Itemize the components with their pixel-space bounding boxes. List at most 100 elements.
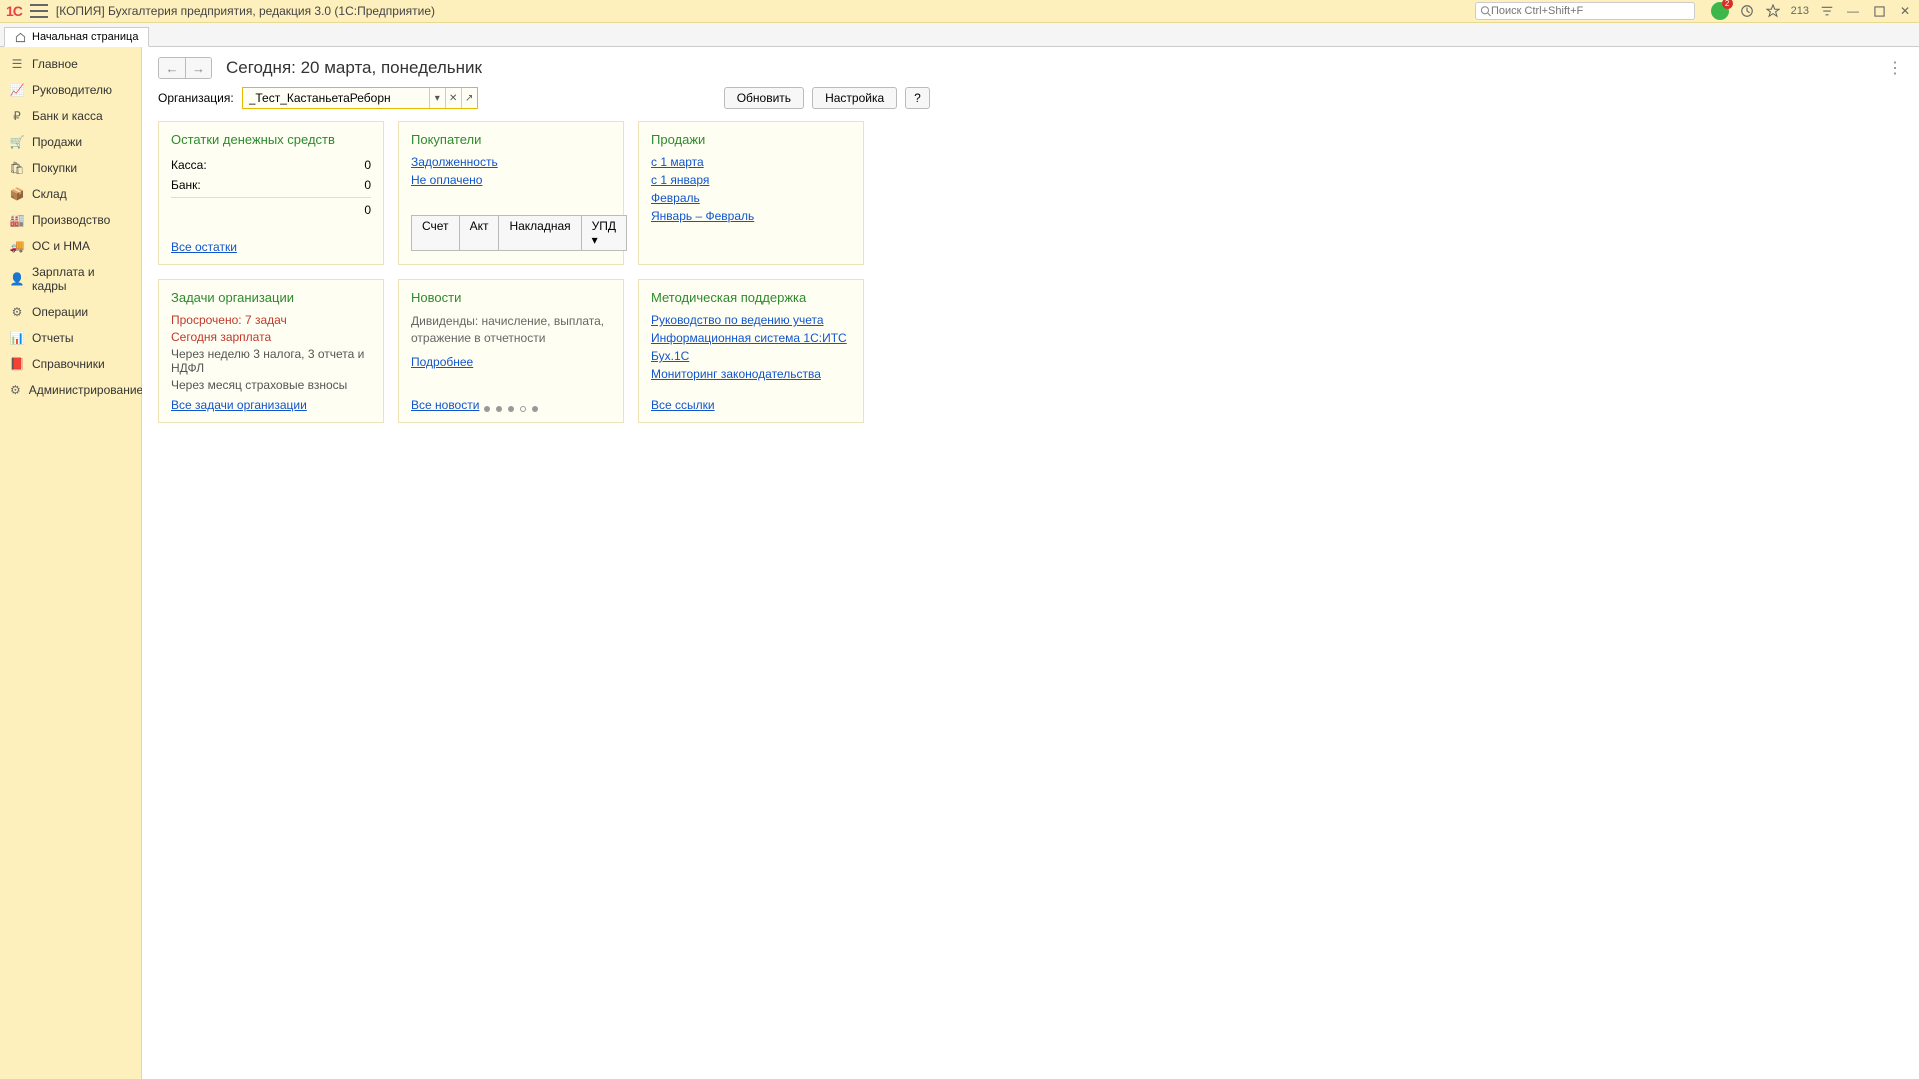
total-value: 0 bbox=[364, 203, 371, 217]
overdue-text: Просрочено: 7 задач bbox=[171, 313, 371, 327]
all-news-link[interactable]: Все новости bbox=[411, 398, 479, 412]
org-select[interactable]: ▾ ✕ ↗ bbox=[242, 87, 478, 109]
ops-icon: ⚙ bbox=[10, 305, 24, 319]
counter: 213 bbox=[1791, 5, 1809, 17]
nav-arrows: ← → bbox=[158, 57, 212, 79]
sidebar-item-main[interactable]: ☰Главное bbox=[0, 51, 141, 77]
settings-button[interactable]: Настройка bbox=[812, 87, 897, 109]
tab-home[interactable]: Начальная страница bbox=[4, 27, 149, 47]
unpaid-link[interactable]: Не оплачено bbox=[411, 173, 611, 187]
sidebar-item-label: Зарплата и кадры bbox=[32, 265, 131, 293]
sidebar-item-label: Производство bbox=[32, 213, 110, 227]
chart-icon: 📈 bbox=[10, 83, 24, 97]
doc-buttons: Счет Акт Накладная УПД ▾ bbox=[411, 215, 611, 251]
sidebar-item-label: Операции bbox=[32, 305, 88, 319]
sidebar-item-reports[interactable]: 📊Отчеты bbox=[0, 325, 141, 351]
sidebar-item-production[interactable]: 🏭 Производство bbox=[0, 207, 141, 233]
search-icon bbox=[1480, 5, 1491, 17]
search-input[interactable] bbox=[1475, 2, 1695, 20]
sidebar-item-label: Администрирование bbox=[29, 383, 143, 397]
widget-cash: Остатки денежных средств Касса:0 Банк:0 … bbox=[158, 121, 384, 265]
org-label: Организация: bbox=[158, 91, 234, 105]
back-button[interactable]: ← bbox=[159, 58, 185, 78]
notification-icon[interactable] bbox=[1711, 2, 1729, 20]
news-text: Дивиденды: начисление, выплата, отражени… bbox=[411, 313, 611, 347]
all-links-link[interactable]: Все ссылки bbox=[651, 398, 715, 412]
sidebar-item-assets[interactable]: 🚚 ОС и НМА bbox=[0, 233, 141, 259]
all-tasks-link[interactable]: Все задачи организации bbox=[171, 398, 307, 412]
all-balances-link[interactable]: Все остатки bbox=[171, 240, 237, 254]
person-icon: 👤 bbox=[10, 272, 24, 286]
widget-title: Продажи bbox=[651, 132, 851, 147]
filter-row: Организация: ▾ ✕ ↗ Обновить Настройка ? bbox=[142, 87, 1919, 121]
sidebar: ☰Главное 📈Руководителю ₽Банк и касса 🛒 Пр… bbox=[0, 47, 142, 1079]
tab-label: Начальная страница bbox=[32, 31, 138, 43]
more-icon[interactable]: ⋮ bbox=[1887, 58, 1903, 78]
history-icon[interactable] bbox=[1739, 3, 1755, 19]
sidebar-item-label: Покупки bbox=[32, 161, 77, 175]
maximize-icon[interactable] bbox=[1871, 3, 1887, 19]
refresh-button[interactable]: Обновить bbox=[724, 87, 804, 109]
cart-icon: 🛒 bbox=[10, 135, 24, 149]
guide-link[interactable]: Руководство по ведению учета bbox=[651, 313, 851, 327]
minimize-icon[interactable]: — bbox=[1845, 3, 1861, 19]
help-button[interactable]: ? bbox=[905, 87, 930, 109]
star-icon[interactable] bbox=[1765, 3, 1781, 19]
sidebar-item-purchase[interactable]: 🛍Покупки bbox=[0, 155, 141, 181]
widget-support: Методическая поддержка Руководство по ве… bbox=[638, 279, 864, 423]
filter-icon[interactable] bbox=[1819, 3, 1835, 19]
sidebar-item-label: Продажи bbox=[32, 135, 82, 149]
home-icon bbox=[15, 32, 26, 43]
forward-button[interactable]: → bbox=[185, 58, 211, 78]
widgets-row-2: Задачи организации Просрочено: 7 задач С… bbox=[142, 279, 1919, 423]
sidebar-item-warehouse[interactable]: 📦 Склад bbox=[0, 181, 141, 207]
cash-value: 0 bbox=[364, 158, 371, 172]
invoice-button[interactable]: Счет bbox=[411, 215, 460, 251]
page-title: Сегодня: 20 марта, понедельник bbox=[226, 58, 482, 78]
monitoring-link[interactable]: Мониторинг законодательства bbox=[651, 367, 851, 381]
month-text: Через месяц страховые взносы bbox=[171, 378, 371, 392]
clear-icon[interactable]: ✕ bbox=[445, 88, 461, 108]
upd-button[interactable]: УПД ▾ bbox=[582, 215, 627, 251]
widget-buyers: Покупатели Задолженность Не оплачено Сче… bbox=[398, 121, 624, 265]
sidebar-item-directories[interactable]: 📕Справочники bbox=[0, 351, 141, 377]
widget-news: Новости Дивиденды: начисление, выплата, … bbox=[398, 279, 624, 423]
its-link[interactable]: Информационная система 1С:ИТС bbox=[651, 331, 851, 345]
tabbar: Начальная страница bbox=[0, 23, 1919, 47]
content-header: ← → Сегодня: 20 марта, понедельник ⋮ bbox=[142, 47, 1919, 87]
buh1c-link[interactable]: Бух.1С bbox=[651, 349, 851, 363]
today-text: Сегодня зарплата bbox=[171, 330, 371, 344]
cash-label: Касса: bbox=[171, 158, 207, 172]
sales-feb-link[interactable]: Февраль bbox=[651, 191, 851, 205]
widgets-row-1: Остатки денежных средств Касса:0 Банк:0 … bbox=[142, 121, 1919, 265]
hamburger-icon[interactable] bbox=[30, 4, 48, 18]
pager-dots[interactable] bbox=[484, 406, 538, 412]
list-icon: ☰ bbox=[10, 57, 24, 71]
sidebar-item-bank[interactable]: ₽Банк и касса bbox=[0, 103, 141, 129]
dropdown-icon[interactable]: ▾ bbox=[429, 88, 445, 108]
widget-title: Задачи организации bbox=[171, 290, 371, 305]
sidebar-item-sales[interactable]: 🛒 Продажи bbox=[0, 129, 141, 155]
money-icon: ₽ bbox=[10, 109, 24, 123]
titlebar: 1C [КОПИЯ] Бухгалтерия предприятия, реда… bbox=[0, 0, 1919, 23]
gear-icon: ⚙ bbox=[10, 383, 21, 397]
sidebar-item-hr[interactable]: 👤 Зарплата и кадры bbox=[0, 259, 141, 299]
sidebar-item-admin[interactable]: ⚙ Администрирование bbox=[0, 377, 141, 403]
debt-link[interactable]: Задолженность bbox=[411, 155, 611, 169]
factory-icon: 🏭 bbox=[10, 213, 24, 227]
act-button[interactable]: Акт bbox=[460, 215, 500, 251]
box-icon: 📦 bbox=[10, 187, 24, 201]
sidebar-item-label: Склад bbox=[32, 187, 67, 201]
org-input[interactable] bbox=[243, 91, 429, 105]
sidebar-item-operations[interactable]: ⚙ Операции bbox=[0, 299, 141, 325]
sales-january-link[interactable]: с 1 января bbox=[651, 173, 851, 187]
truck-icon: 🚚 bbox=[10, 239, 24, 253]
news-more-link[interactable]: Подробнее bbox=[411, 355, 611, 369]
sales-march-link[interactable]: с 1 марта bbox=[651, 155, 851, 169]
open-icon[interactable]: ↗ bbox=[461, 88, 477, 108]
close-icon[interactable]: ✕ bbox=[1897, 3, 1913, 19]
waybill-button[interactable]: Накладная bbox=[499, 215, 581, 251]
sales-janfeb-link[interactable]: Январь – Февраль bbox=[651, 209, 851, 223]
sidebar-item-label: ОС и НМА bbox=[32, 239, 90, 253]
sidebar-item-manager[interactable]: 📈Руководителю bbox=[0, 77, 141, 103]
